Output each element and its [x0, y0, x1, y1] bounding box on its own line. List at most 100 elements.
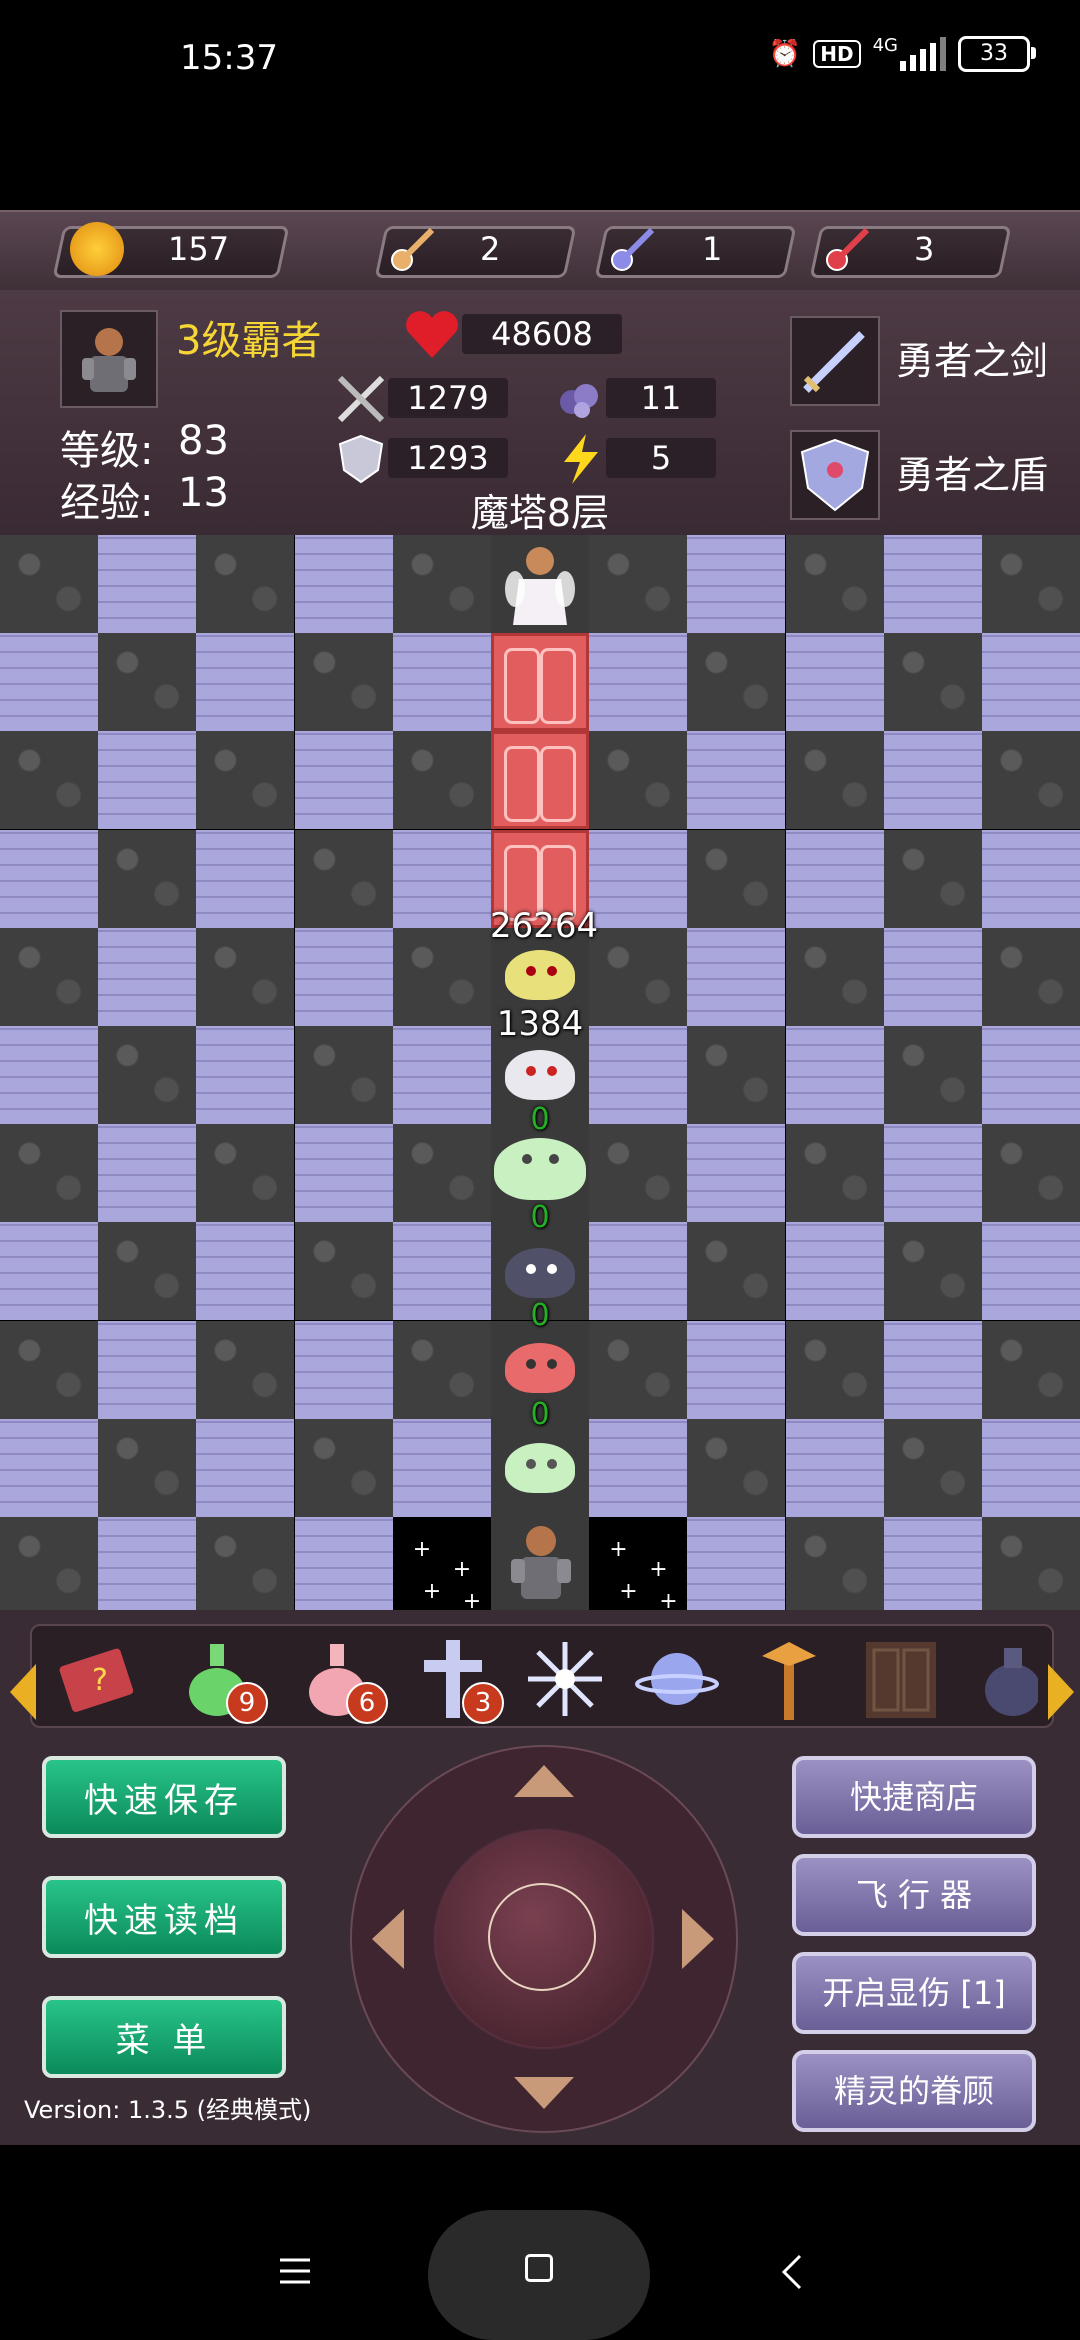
stone-wall-tile — [785, 1517, 884, 1610]
flyer-button[interactable]: 飞 行 器 — [792, 1854, 1036, 1936]
stone-wall-tile — [0, 1124, 98, 1223]
back-icon[interactable] — [780, 2252, 804, 2296]
stone-wall-tile — [982, 927, 1080, 1026]
stone-wall-tile — [98, 633, 197, 732]
show-damage-button[interactable]: 开启显伤 [1] — [792, 1952, 1036, 2034]
brick-wall-tile — [392, 1222, 491, 1321]
monster-book-icon[interactable]: ? — [52, 1634, 142, 1724]
red-key-icon — [823, 222, 877, 276]
stone-wall-tile — [196, 1124, 295, 1223]
yellow-key-count: 2 — [480, 230, 501, 268]
holy-cross-icon[interactable]: 3 — [408, 1634, 504, 1724]
green-king-slime-icon[interactable] — [494, 1138, 586, 1201]
status-icons: ⏰ HD 4G 33 — [768, 35, 1036, 72]
eye-icon — [526, 1264, 536, 1275]
alarm-icon: ⏰ — [768, 39, 802, 69]
stone-wall-tile — [196, 535, 295, 633]
item-scroll-right-icon[interactable] — [1048, 1664, 1074, 1720]
home-button[interactable] — [428, 2210, 650, 2340]
dpad-center[interactable] — [436, 1831, 652, 2047]
staff-icon[interactable] — [744, 1634, 834, 1724]
menu-button[interactable]: 菜 单 — [42, 1996, 286, 2078]
red-door-icon[interactable] — [491, 731, 589, 830]
stone-wall-tile — [883, 829, 982, 928]
brick-wall-tile — [687, 731, 786, 830]
exp-value: 13 — [178, 470, 229, 516]
stone-wall-tile — [294, 1222, 393, 1321]
stone-wall-tile — [589, 731, 688, 830]
stone-wall-tile — [785, 927, 884, 1026]
brick-wall-tile — [883, 1517, 982, 1610]
dpad-down-icon[interactable] — [514, 2077, 574, 2109]
game-map[interactable]: + + + + + + + +26264 1384 0 0 0 0 — [0, 535, 1080, 1610]
damage-label: 1384 — [496, 1003, 584, 1044]
brick-wall-tile — [392, 1026, 491, 1124]
signal-icon — [900, 37, 946, 71]
item-scroll-left-icon[interactable] — [10, 1664, 36, 1720]
brick-wall-tile — [785, 633, 884, 732]
starfield-tile: + + + + — [392, 1517, 491, 1610]
brick-wall-tile — [982, 633, 1080, 732]
stone-wall-tile — [589, 1124, 688, 1223]
brick-wall-tile — [294, 731, 393, 830]
dark-slime-icon[interactable] — [505, 1248, 575, 1299]
green-potion-count: 9 — [226, 1682, 268, 1724]
dpad-right-icon[interactable] — [682, 1909, 714, 1969]
exp-label: 经验: — [60, 480, 154, 526]
brick-wall-tile — [687, 1320, 786, 1419]
status-time: 15:37 — [180, 38, 278, 78]
green-slime-icon[interactable] — [505, 1442, 575, 1493]
dpad-left-icon[interactable] — [372, 1909, 404, 1969]
dpad[interactable] — [350, 1745, 738, 2133]
brick-wall-tile — [294, 1320, 393, 1419]
damage-label: 0 — [530, 1102, 550, 1137]
stone-wall-tile — [98, 1418, 197, 1517]
brick-wall-tile — [196, 1026, 295, 1124]
stone-wall-tile — [785, 1124, 884, 1223]
vase-icon[interactable] — [968, 1634, 1038, 1724]
blue-key-icon — [608, 222, 662, 276]
stone-wall-tile — [883, 633, 982, 732]
battery-icon: 33 — [958, 36, 1036, 72]
snowflake-icon[interactable] — [520, 1634, 610, 1724]
orb-icon[interactable] — [632, 1634, 722, 1724]
stone-wall-tile — [196, 1517, 295, 1610]
stone-wall-tile — [98, 1026, 197, 1124]
red-slime-icon[interactable] — [505, 1342, 575, 1393]
door-item-icon[interactable] — [856, 1634, 946, 1724]
pink-potion-icon[interactable]: 6 — [292, 1634, 388, 1724]
stone-wall-tile — [785, 1320, 884, 1419]
brick-wall-tile — [0, 1026, 98, 1124]
stone-wall-tile — [589, 927, 688, 1026]
brick-wall-tile — [589, 1026, 688, 1124]
damage-label: 0 — [530, 1200, 550, 1236]
item-bar: ? 9 6 3 — [0, 1610, 1080, 1740]
brick-wall-tile — [883, 731, 982, 830]
brick-wall-tile — [883, 1124, 982, 1223]
white-slime-icon[interactable] — [505, 1050, 575, 1100]
brick-wall-tile — [294, 927, 393, 1026]
quick-load-button[interactable]: 快速读档 — [42, 1876, 286, 1958]
status-bar — [0, 0, 1080, 210]
red-door-icon[interactable] — [491, 633, 589, 732]
stone-wall-tile — [982, 1320, 1080, 1419]
quick-save-button[interactable]: 快速保存 — [42, 1756, 286, 1838]
brick-wall-tile — [589, 829, 688, 928]
brick-wall-tile — [687, 1124, 786, 1223]
fairy-npc-icon[interactable] — [505, 539, 575, 633]
green-potion-icon[interactable]: 9 — [172, 1634, 268, 1724]
star-icon: + — [649, 1557, 668, 1582]
brick-wall-tile — [982, 1222, 1080, 1321]
blue-key-count: 1 — [702, 230, 723, 268]
yellow-slime-icon[interactable] — [505, 949, 575, 1000]
dpad-up-icon[interactable] — [514, 1765, 574, 1797]
recents-icon[interactable] — [278, 2256, 312, 2290]
quick-shop-button[interactable]: 快捷商店 — [792, 1756, 1036, 1838]
stone-wall-tile — [883, 1026, 982, 1124]
stone-wall-tile — [687, 1026, 786, 1124]
stone-wall-tile — [0, 535, 98, 633]
star-icon: + — [609, 1537, 628, 1562]
fairy-favor-button[interactable]: 精灵的眷顾 — [792, 2050, 1036, 2132]
gold-coin-icon — [70, 222, 124, 276]
hd-badge: HD — [813, 40, 861, 68]
